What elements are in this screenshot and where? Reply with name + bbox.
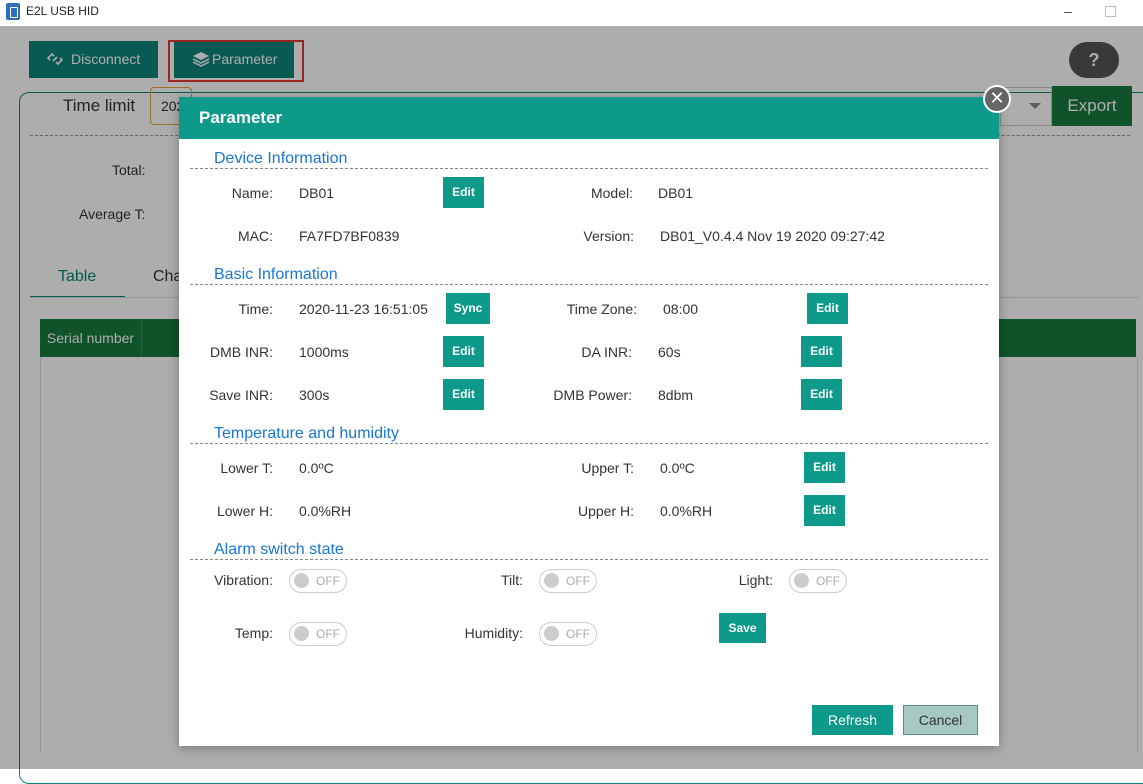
light-toggle[interactable]: OFF (789, 569, 847, 593)
name-label: Name: (231, 185, 273, 201)
time-value: 2020-11-23 16:51:05 (299, 301, 428, 317)
section-divider (190, 443, 988, 444)
lower-h-label: Lower H: (216, 503, 273, 519)
dmb-inr-value: 1000ms (299, 344, 349, 360)
dmb-power-value: 8dbm (658, 387, 694, 403)
toggle-knob (294, 573, 309, 588)
toggle-state: OFF (566, 627, 590, 641)
save-inr-label: Save INR: (209, 387, 273, 403)
edit-name-button[interactable]: Edit (443, 177, 484, 208)
vibration-toggle[interactable]: OFF (289, 569, 347, 593)
mac-value: FA7FD7BF0839 (299, 228, 400, 244)
da-inr-label: DA INR: (581, 344, 632, 360)
edit-dmb-inr-button[interactable]: Edit (443, 336, 484, 367)
lower-t-label: Lower T: (220, 460, 273, 476)
model-value: DB01 (658, 185, 694, 201)
toggle-knob (294, 626, 309, 641)
close-dialog-icon[interactable]: ✕ (983, 85, 1011, 113)
dmb-power-label: DMB Power: (553, 387, 632, 403)
timezone-label: Time Zone: (566, 301, 637, 317)
section-basic-info: Basic Information (214, 266, 338, 283)
tilt-toggle[interactable]: OFF (539, 569, 597, 593)
upper-h-label: Upper H: (577, 503, 634, 519)
window-titlebar: E2L USB HID – (0, 0, 1143, 26)
lower-h-value: 0.0%RH (299, 503, 352, 519)
tilt-label: Tilt: (500, 572, 523, 588)
refresh-button[interactable]: Refresh (812, 705, 893, 735)
usb-app-icon (6, 3, 20, 20)
toggle-state: OFF (816, 574, 840, 588)
edit-da-inr-button[interactable]: Edit (801, 336, 842, 367)
da-inr-value: 60s (658, 344, 681, 360)
humidity-label: Humidity: (464, 625, 523, 641)
section-device-info: Device Information (214, 150, 348, 167)
upper-t-value: 0.0ºC (660, 460, 695, 476)
edit-save-inr-button[interactable]: Edit (443, 379, 484, 410)
upper-t-label: Upper T: (581, 460, 634, 476)
toggle-knob (544, 573, 559, 588)
dialog-header: Parameter (179, 97, 999, 139)
dmb-inr-label: DMB INR: (210, 344, 273, 360)
humidity-toggle[interactable]: OFF (539, 622, 597, 646)
version-label: Version: (583, 228, 634, 244)
edit-timezone-button[interactable]: Edit (807, 293, 848, 324)
section-divider (190, 168, 988, 169)
name-value: DB01 (299, 185, 335, 201)
temp-label: Temp: (234, 625, 273, 641)
section-alarm-switch: Alarm switch state (214, 541, 344, 558)
section-divider (190, 559, 988, 560)
minimize-button[interactable]: – (1061, 3, 1075, 19)
toggle-state: OFF (316, 574, 340, 588)
vibration-label: Vibration: (214, 572, 273, 588)
save-alarm-button[interactable]: Save (719, 613, 766, 643)
edit-temperature-button[interactable]: Edit (804, 452, 845, 483)
toggle-state: OFF (316, 627, 340, 641)
upper-h-value: 0.0%RH (660, 503, 713, 519)
time-label: Time: (238, 301, 273, 317)
dialog-title: Parameter (199, 108, 283, 127)
edit-dmb-power-button[interactable]: Edit (801, 379, 842, 410)
toggle-knob (794, 573, 809, 588)
light-label: Light: (738, 572, 773, 588)
save-inr-value: 300s (299, 387, 330, 403)
timezone-value: 08:00 (663, 301, 699, 317)
temp-toggle[interactable]: OFF (289, 622, 347, 646)
toggle-knob (544, 626, 559, 641)
window-title: E2L USB HID (26, 4, 99, 18)
parameter-dialog: Parameter Device Information Name: DB01 … (179, 97, 999, 746)
version-value: DB01_V0.4.4 Nov 19 2020 09:27:42 (660, 228, 885, 244)
section-temp-humidity: Temperature and humidity (214, 425, 399, 442)
sync-time-button[interactable]: Sync (446, 293, 490, 324)
toggle-state: OFF (566, 574, 590, 588)
model-label: Model: (590, 185, 633, 201)
mac-label: MAC: (238, 228, 273, 244)
maximize-button[interactable] (1105, 6, 1116, 17)
section-divider (190, 284, 988, 285)
cancel-button[interactable]: Cancel (903, 705, 978, 735)
edit-humidity-button[interactable]: Edit (804, 495, 845, 526)
lower-t-value: 0.0ºC (299, 460, 334, 476)
